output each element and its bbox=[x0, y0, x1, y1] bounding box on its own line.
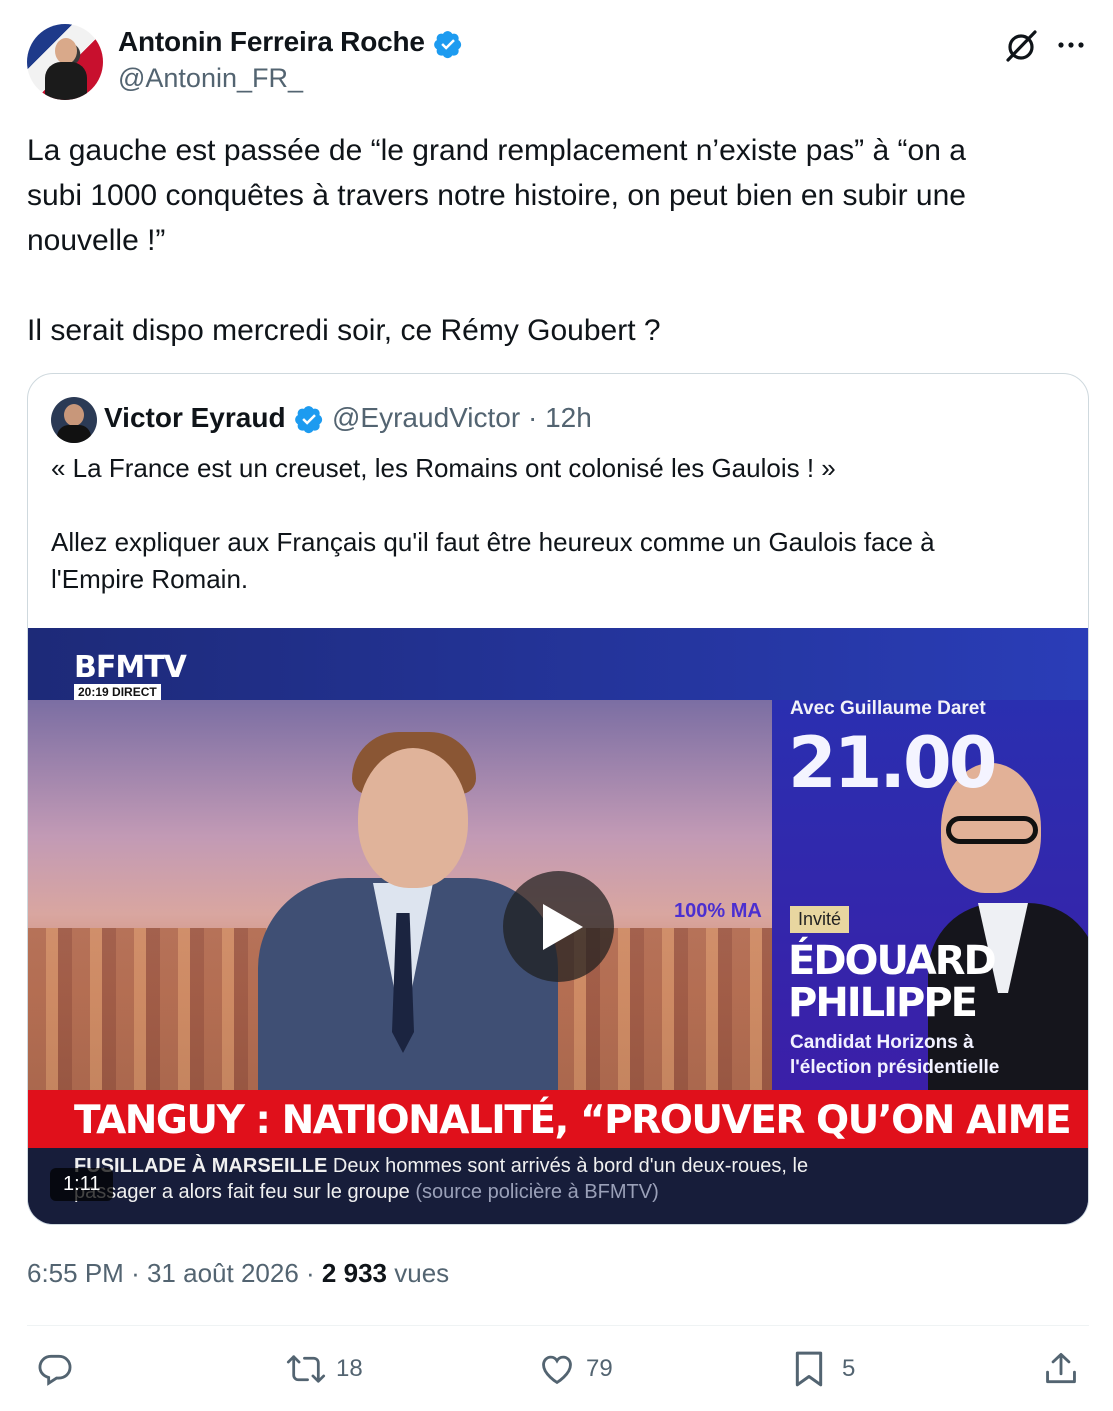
guest-role-line-2: l'élection présidentielle bbox=[790, 1057, 1000, 1078]
live-time-badge: 20:19 DIRECT bbox=[74, 684, 161, 700]
quote-text: « La France est un creuset, les Romains … bbox=[51, 453, 935, 594]
guest-name: ÉDOUARD PHILIPPE bbox=[788, 938, 997, 1026]
views-count: 2 933 bbox=[321, 1258, 387, 1288]
retweet-icon bbox=[286, 1355, 326, 1383]
post-date[interactable]: 31 août 2026 bbox=[147, 1258, 299, 1288]
reply-icon bbox=[38, 1354, 72, 1386]
video-player[interactable]: BFMTV 20:19 DIRECT Avec Guillaume Daret … bbox=[28, 628, 1088, 1224]
tweet-text: La gauche est passée de “le grand rempla… bbox=[27, 134, 966, 347]
author-avatar[interactable] bbox=[27, 24, 103, 100]
show-host-text: Avec Guillaume Daret bbox=[790, 698, 986, 719]
guest-tag: Invité bbox=[790, 906, 850, 933]
views-label: vues bbox=[394, 1258, 450, 1288]
heart-icon bbox=[542, 1355, 572, 1385]
overlay-text: 100% MA bbox=[674, 900, 762, 922]
guest-glasses bbox=[946, 816, 1038, 844]
speaker-head bbox=[358, 748, 468, 888]
bookmark-icon bbox=[795, 1351, 823, 1387]
tweet-timestamp: 6:55 PM · 31 août 2026 · 2 933 vues bbox=[27, 1258, 449, 1289]
post-time[interactable]: 6:55 PM bbox=[27, 1258, 124, 1288]
bookmark-button[interactable]: 5 bbox=[792, 1345, 855, 1393]
ticker-source: (source policière à BFMTV) bbox=[415, 1181, 659, 1203]
author-name[interactable]: Antonin Ferreira Roche bbox=[118, 26, 425, 58]
ticker-line-1: FUSILLADE À MARSEILLE Deux hommes sont a… bbox=[74, 1155, 808, 1178]
video-top-band bbox=[28, 628, 1088, 700]
like-button[interactable]: 79 bbox=[538, 1345, 613, 1393]
ticker-line-2: passager a alors fait feu sur le groupe … bbox=[74, 1181, 659, 1204]
quote-meta-separator: · bbox=[528, 402, 538, 433]
guest-role-line-1: Candidat Horizons à bbox=[790, 1032, 974, 1053]
quote-author-avatar[interactable] bbox=[51, 397, 97, 443]
retweet-button[interactable]: 18 bbox=[286, 1345, 363, 1393]
retweet-count: 18 bbox=[336, 1355, 363, 1382]
guest-role: Candidat Horizons à l'élection président… bbox=[790, 1030, 1050, 1080]
play-button[interactable] bbox=[503, 871, 614, 982]
show-time: 21.00 bbox=[788, 722, 997, 804]
quote-meta: @EyraudVictor · 12h bbox=[332, 402, 592, 434]
share-icon bbox=[1046, 1353, 1076, 1384]
grok-icon[interactable] bbox=[1003, 28, 1039, 64]
divider bbox=[27, 1325, 1089, 1326]
quote-verified-badge-icon bbox=[295, 406, 323, 434]
quote-author-name[interactable]: Victor Eyraud bbox=[104, 402, 286, 434]
guest-name-line-2: PHILIPPE bbox=[788, 980, 978, 1026]
ticker-text-1: Deux hommes sont arrivés à bord d'un deu… bbox=[332, 1155, 809, 1177]
like-count: 79 bbox=[586, 1355, 613, 1382]
timestamp-separator-2: · bbox=[306, 1258, 315, 1288]
play-icon bbox=[543, 904, 583, 950]
quote-time[interactable]: 12h bbox=[545, 402, 592, 433]
more-options-icon[interactable] bbox=[1054, 30, 1088, 60]
guest-name-line-1: ÉDOUARD bbox=[788, 938, 997, 984]
reply-button[interactable] bbox=[36, 1345, 74, 1393]
channel-logo: BFMTV bbox=[74, 650, 187, 685]
ticker-text-2: passager a alors fait feu sur le groupe bbox=[74, 1181, 410, 1203]
author-handle[interactable]: @Antonin_FR_ bbox=[118, 63, 303, 94]
video-duration: 1:11 bbox=[50, 1168, 114, 1201]
share-button[interactable] bbox=[1042, 1345, 1080, 1393]
timestamp-separator: · bbox=[131, 1258, 140, 1288]
verified-badge-icon bbox=[434, 31, 462, 59]
bookmark-count: 5 bbox=[842, 1355, 856, 1382]
quoted-tweet-card[interactable]: Victor Eyraud @EyraudVictor · 12h « La F… bbox=[27, 373, 1089, 1225]
quote-author-handle[interactable]: @EyraudVictor bbox=[332, 402, 520, 433]
